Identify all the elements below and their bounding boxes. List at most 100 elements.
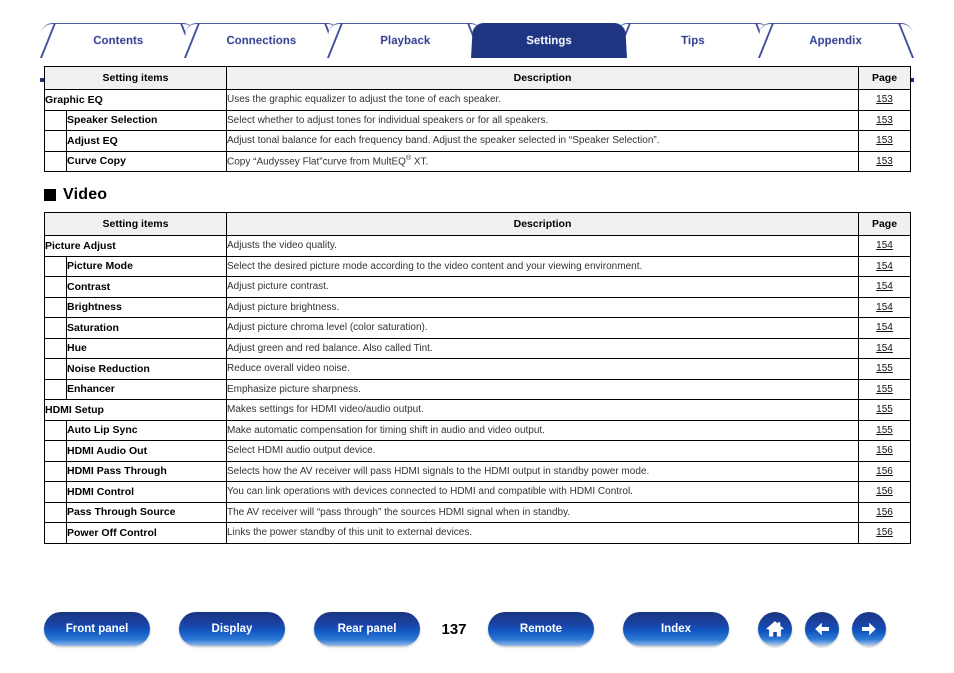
table-row: Picture Mode Select the desired picture m… xyxy=(44,255,911,277)
table-row: Brightness Adjust picture brightness. 154 xyxy=(44,296,911,318)
page-reference-link[interactable]: 153 xyxy=(876,94,893,105)
page-reference-cell: 154 xyxy=(858,255,911,277)
table-row: Saturation Adjust picture chroma level (c… xyxy=(44,317,911,339)
setting-item-name: Enhancer xyxy=(66,378,227,400)
page-reference-link[interactable]: 156 xyxy=(876,507,893,518)
setting-item-name: HDMI Pass Through xyxy=(66,460,227,482)
tab-tips[interactable]: Tips xyxy=(614,22,771,58)
setting-item-description: Uses the graphic equalizer to adjust the… xyxy=(226,89,859,111)
row-indent-cell xyxy=(44,460,67,482)
section-heading-label: Video xyxy=(63,186,108,203)
row-indent-cell xyxy=(44,150,67,172)
page-reference-cell: 154 xyxy=(858,337,911,359)
table-header-row: Setting items Description Page xyxy=(44,212,911,236)
setting-item-description: Adjust green and red balance. Also calle… xyxy=(226,337,859,359)
page-reference-link[interactable]: 153 xyxy=(876,135,893,146)
audio-settings-table: Setting items Description Page Graphic E… xyxy=(44,66,911,172)
table-header: Setting items Description Page xyxy=(44,212,911,236)
tab-label: Connections xyxy=(226,34,297,47)
col-header-setting-items: Setting items xyxy=(44,212,227,236)
page-reference-cell: 153 xyxy=(858,150,911,172)
setting-item-name: Picture Adjust xyxy=(44,235,227,257)
video-table-body: Picture Adjust Adjusts the video quality.… xyxy=(44,235,911,544)
setting-item-description: Select whether to adjust tones for indiv… xyxy=(226,109,859,131)
page-reference-link[interactable]: 154 xyxy=(876,343,893,354)
page-reference-link[interactable]: 154 xyxy=(876,302,893,313)
col-header-page: Page xyxy=(858,212,911,236)
setting-item-name: Curve Copy xyxy=(66,150,227,172)
arrow-left-icon xyxy=(811,618,833,640)
setting-item-description: Reduce overall video noise. xyxy=(226,358,859,380)
page-reference-link[interactable]: 156 xyxy=(876,466,893,477)
table-row: HDMI Audio Out Select HDMI audio output d… xyxy=(44,440,911,462)
page-number: 137 xyxy=(441,620,467,638)
setting-item-description: Adjust picture contrast. xyxy=(226,276,859,298)
setting-item-description: Copy “Audyssey Flat”curve from MultEQ® X… xyxy=(226,150,859,172)
back-button[interactable] xyxy=(805,612,839,646)
setting-item-description: The AV receiver will “pass through” the … xyxy=(226,501,859,523)
page-reference-cell: 154 xyxy=(858,317,911,339)
row-indent-cell xyxy=(44,501,67,523)
tab-contents[interactable]: Contents xyxy=(40,22,196,58)
tab-appendix[interactable]: Appendix xyxy=(758,22,915,58)
section-heading-video: Video xyxy=(44,186,910,204)
rear-panel-button[interactable]: Rear panel xyxy=(314,612,420,646)
setting-item-name: Speaker Selection xyxy=(66,109,227,131)
page-reference-link[interactable]: 155 xyxy=(876,384,893,395)
col-header-page: Page xyxy=(858,66,911,90)
row-indent-cell xyxy=(44,522,67,544)
tab-connections[interactable]: Connections xyxy=(183,22,340,58)
row-indent-cell xyxy=(44,378,67,400)
setting-item-description: Selects how the AV receiver will pass HD… xyxy=(226,460,859,482)
table-row: Auto Lip Sync Make automatic compensation… xyxy=(44,419,911,441)
setting-item-description: Select HDMI audio output device. xyxy=(226,440,859,462)
page-reference-cell: 155 xyxy=(858,358,911,380)
tab-list: Contents Connections Playback Settings Tips A… xyxy=(40,22,915,58)
row-indent-cell xyxy=(44,440,67,462)
table-row: Speaker Selection Select whether to adjus… xyxy=(44,109,911,131)
setting-item-name: Picture Mode xyxy=(66,255,227,277)
table-row: Adjust EQ Adjust tonal balance for each f… xyxy=(44,130,911,152)
page-reference-link[interactable]: 155 xyxy=(876,425,893,436)
setting-item-name: Adjust EQ xyxy=(66,130,227,152)
setting-item-name: HDMI Audio Out xyxy=(66,440,227,462)
index-button[interactable]: Index xyxy=(623,612,729,646)
page-reference-cell: 156 xyxy=(858,501,911,523)
forward-button[interactable] xyxy=(852,612,886,646)
registered-mark: ® xyxy=(405,155,412,163)
page-reference-cell: 156 xyxy=(858,522,911,544)
page-reference-link[interactable]: 156 xyxy=(876,486,893,497)
tab-label: Settings xyxy=(526,34,572,47)
page-content: Setting items Description Page Graphic E… xyxy=(44,66,911,544)
page-reference-cell: 156 xyxy=(858,481,911,503)
setting-item-description: Emphasize picture sharpness. xyxy=(226,378,859,400)
table-row: HDMI Control You can link operations with… xyxy=(44,481,911,503)
page-reference-link[interactable]: 156 xyxy=(876,527,893,538)
setting-item-name: HDMI Setup xyxy=(44,399,227,421)
front-panel-button[interactable]: Front panel xyxy=(44,612,150,646)
setting-item-description: Make automatic compensation for timing s… xyxy=(226,419,859,441)
page-reference-cell: 153 xyxy=(858,130,911,152)
page-reference-link[interactable]: 156 xyxy=(876,445,893,456)
home-button[interactable] xyxy=(758,612,792,646)
page-reference-cell: 155 xyxy=(858,378,911,400)
row-indent-cell xyxy=(44,109,67,131)
page-reference-link[interactable]: 154 xyxy=(876,322,893,333)
page-reference-link[interactable]: 154 xyxy=(876,261,893,272)
setting-item-description: Select the desired picture mode accordin… xyxy=(226,255,859,277)
row-indent-cell xyxy=(44,130,67,152)
arrow-right-icon xyxy=(858,618,880,640)
display-button[interactable]: Display xyxy=(179,612,285,646)
page-reference-link[interactable]: 153 xyxy=(876,156,893,167)
page-reference-link[interactable]: 154 xyxy=(876,240,893,251)
table-row: Curve Copy Copy “Audyssey Flat”curve from… xyxy=(44,150,911,172)
page-reference-link[interactable]: 153 xyxy=(876,115,893,126)
page-reference-link[interactable]: 154 xyxy=(876,281,893,292)
remote-button[interactable]: Remote xyxy=(488,612,594,646)
tab-playback[interactable]: Playback xyxy=(327,22,484,58)
tab-settings[interactable]: Settings xyxy=(471,22,627,58)
row-indent-cell xyxy=(44,255,67,277)
page-reference-cell: 156 xyxy=(858,440,911,462)
page-reference-link[interactable]: 155 xyxy=(876,363,893,374)
page-reference-link[interactable]: 155 xyxy=(876,404,893,415)
